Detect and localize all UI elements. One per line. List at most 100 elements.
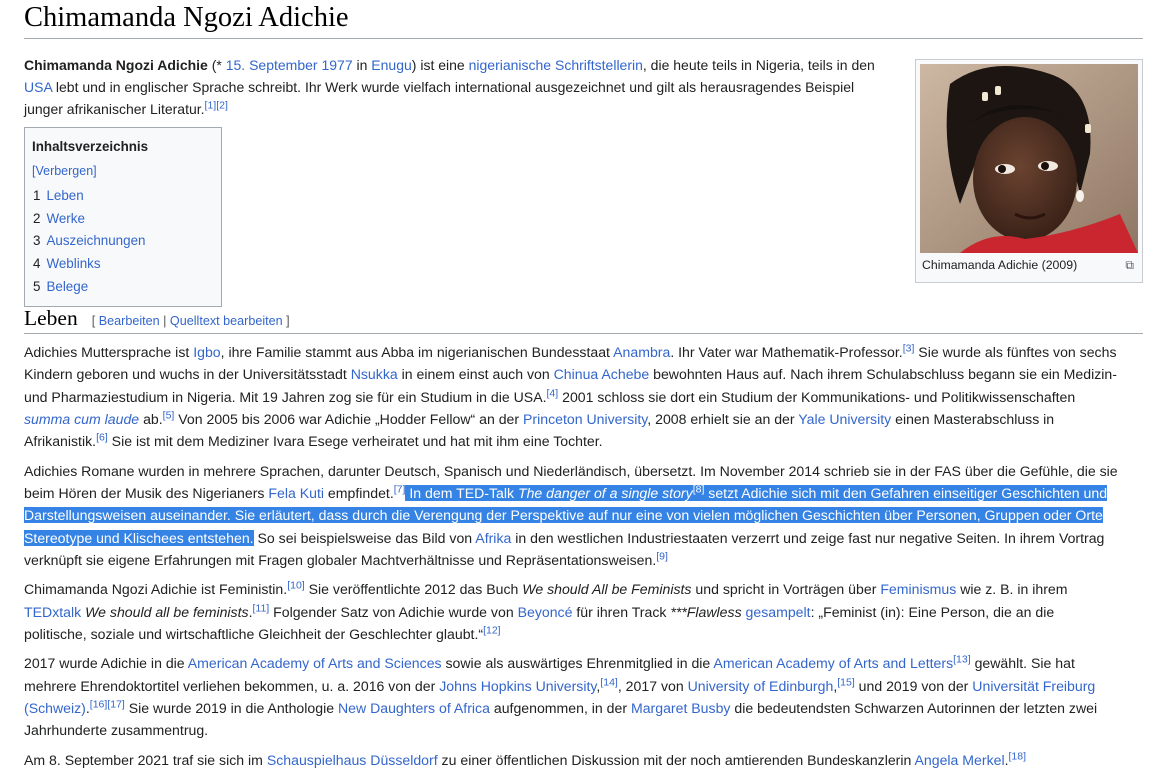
summa-cum-laude-link[interactable]: summa cum laude	[24, 411, 139, 427]
source-edit-link[interactable]: Quelltext bearbeiten	[170, 314, 283, 328]
book-title: We should All be Feminists	[522, 581, 692, 598]
paragraph: Adichies Muttersprache ist Igbo, ihre Fa…	[24, 341, 1119, 452]
reference-link[interactable]: [4]	[547, 387, 559, 399]
text: und spricht in Vorträgen über	[691, 581, 881, 598]
toc-number: 2	[33, 210, 41, 226]
anambra-link[interactable]: Anambra	[613, 344, 670, 360]
toc-item[interactable]: 3 Auszeichnungen	[32, 230, 214, 253]
table-of-contents: Inhaltsverzeichnis [Verbergen] 1 Leben 2W…	[24, 127, 222, 307]
birthplace-link[interactable]: Enugu	[371, 57, 411, 73]
portrait-photo[interactable]	[920, 64, 1138, 253]
text: Von 2005 bis 2006 war Adichie „Hodder Fe…	[174, 410, 523, 427]
talk-title: The danger of a single story	[517, 484, 693, 501]
schauspielhaus-link[interactable]: Schauspielhaus Düsseldorf	[267, 752, 438, 768]
reference-link[interactable]: [12]	[483, 624, 501, 636]
usa-link[interactable]: USA	[24, 79, 52, 95]
reference-link[interactable]: [9]	[656, 550, 668, 562]
achebe-link[interactable]: Chinua Achebe	[554, 366, 650, 382]
text: 2001 schloss sie dort ein Studium der Ko…	[558, 388, 1076, 405]
text: in	[352, 57, 372, 73]
bracket: [	[91, 314, 99, 328]
text: Sie ist mit dem Mediziner Ivara Esege ve…	[107, 433, 603, 450]
toc-number: 4	[33, 256, 41, 272]
text: ) ist eine	[411, 57, 469, 73]
text: Adichies Muttersprache ist	[24, 344, 194, 360]
text: , ihre Familie stammt aus Abba im nigeri…	[220, 344, 614, 360]
merkel-link[interactable]: Angela Merkel	[915, 752, 1005, 768]
aaal-link[interactable]: American Academy of Arts and Letters	[713, 655, 953, 671]
lead-paragraph: Chimamanda Ngozi Adichie (* 15. Septembe…	[24, 54, 884, 120]
aaas-link[interactable]: American Academy of Arts and Sciences	[188, 655, 442, 671]
reference-link[interactable]: [16]	[90, 698, 108, 710]
reference-link[interactable]: [6]	[96, 432, 108, 444]
toc-item[interactable]: 4 Weblinks	[32, 253, 214, 276]
toc-link-belege[interactable]: Belege	[46, 279, 88, 294]
sampling-link[interactable]: gesampelt	[746, 604, 811, 620]
infobox-thumbnail: Chimamanda Adichie (2009) ⧉	[915, 59, 1143, 283]
tedxtalk-link[interactable]: TEDxtalk	[24, 604, 81, 620]
text: Sie veröffentlichte 2012 das Buch	[304, 581, 523, 598]
edinburgh-link[interactable]: University of Edinburgh	[688, 678, 834, 694]
nsukka-link[interactable]: Nsukka	[351, 366, 398, 382]
princeton-link[interactable]: Princeton University	[523, 411, 647, 427]
text: sowie als auswärtiges Ehrenmitglied in d…	[441, 655, 714, 672]
toc-item[interactable]: 5 Belege	[32, 276, 214, 299]
reference-link[interactable]: [11]	[252, 602, 269, 614]
toc-number: 1	[33, 188, 41, 203]
text: aufgenommen, in der	[489, 700, 631, 717]
text: . Ihr Vater war Mathematik-Professor.	[670, 344, 903, 360]
subject-name: Chimamanda Ngozi Adichie	[24, 57, 208, 73]
paragraph: 2017 wurde Adichie in die American Acade…	[24, 652, 1119, 741]
article-page: Chimamanda Ngozi Adichie Chimamanda Ngoz…	[0, 0, 1152, 770]
paragraph: Adichies Romane wurden in mehrere Sprach…	[24, 460, 1119, 571]
johns-hopkins-link[interactable]: Johns Hopkins University	[439, 678, 596, 694]
bracket: ]	[282, 314, 290, 328]
yale-link[interactable]: Yale University	[798, 411, 891, 427]
toc-link-auszeichnungen[interactable]: Auszeichnungen	[46, 233, 145, 248]
reference-link[interactable]: [7]	[394, 483, 406, 495]
reference-link[interactable]: [5]	[163, 409, 175, 421]
section-edit-links: [ Bearbeiten | Quelltext bearbeiten ]	[92, 314, 290, 328]
beyonce-link[interactable]: Beyoncé	[518, 604, 573, 620]
talk-title: We should all be feminists	[85, 603, 249, 620]
toc-link-weblinks[interactable]: Weblinks	[46, 256, 100, 271]
reference-link[interactable]: [1]	[205, 99, 217, 111]
busby-link[interactable]: Margaret Busby	[631, 700, 730, 716]
text: 2017 wurde Adichie in die	[24, 655, 188, 672]
toc-link-werke[interactable]: Werke	[46, 211, 84, 226]
nationality-link[interactable]: nigerianische Schriftstellerin	[469, 57, 643, 73]
reference-link[interactable]: [15]	[837, 676, 855, 688]
igbo-link[interactable]: Igbo	[193, 344, 220, 360]
toc-toggle-link[interactable]: [Verbergen]	[32, 164, 97, 178]
paragraph: Am 8. September 2021 traf sie sich im Sc…	[24, 749, 1119, 771]
image-caption: Chimamanda Adichie (2009) ⧉	[922, 256, 1136, 274]
feminismus-link[interactable]: Feminismus	[880, 581, 956, 597]
afrika-link[interactable]: Afrika	[475, 530, 511, 546]
toc-item[interactable]: 1 Leben	[32, 185, 214, 208]
toc-item[interactable]: 2 Werke	[32, 208, 214, 231]
reference-link[interactable]: [10]	[287, 580, 305, 592]
toc-number: 3	[33, 233, 41, 249]
reference-link[interactable]: [18]	[1009, 750, 1027, 762]
birth-date-link[interactable]: 15. September 1977	[226, 57, 353, 73]
page-title: Chimamanda Ngozi Adichie	[24, 2, 349, 33]
reference-link[interactable]: [17]	[107, 698, 125, 710]
edit-link[interactable]: Bearbeiten	[99, 314, 160, 328]
text: in einem einst auch von	[397, 366, 554, 383]
text: , 2017 von	[617, 677, 688, 694]
reference-link[interactable]: [3]	[903, 342, 915, 354]
fela-kuti-link[interactable]: Fela Kuti	[268, 485, 324, 501]
magnify-icon[interactable]: ⧉	[1125, 256, 1134, 274]
new-daughters-link[interactable]: New Daughters of Africa	[338, 700, 490, 716]
reference-link[interactable]: [8]	[693, 483, 705, 495]
reference-link[interactable]: [2]	[216, 99, 228, 111]
text: Sie wurde 2019 in die Anthologie	[124, 700, 338, 717]
toc-link-leben[interactable]: Leben	[46, 188, 83, 203]
text: wie z. B. in ihrem	[956, 581, 1068, 598]
text: Am 8. September 2021 traf sie sich im	[24, 751, 267, 768]
reference-link[interactable]: [13]	[953, 654, 971, 666]
reference-link[interactable]: [14]	[600, 676, 618, 688]
text: So sei beispielsweise das Bild von	[253, 529, 476, 546]
text: , 2008 erhielt sie an der	[647, 410, 799, 427]
text: Chimamanda Ngozi Adichie ist Feministin.	[24, 581, 288, 598]
